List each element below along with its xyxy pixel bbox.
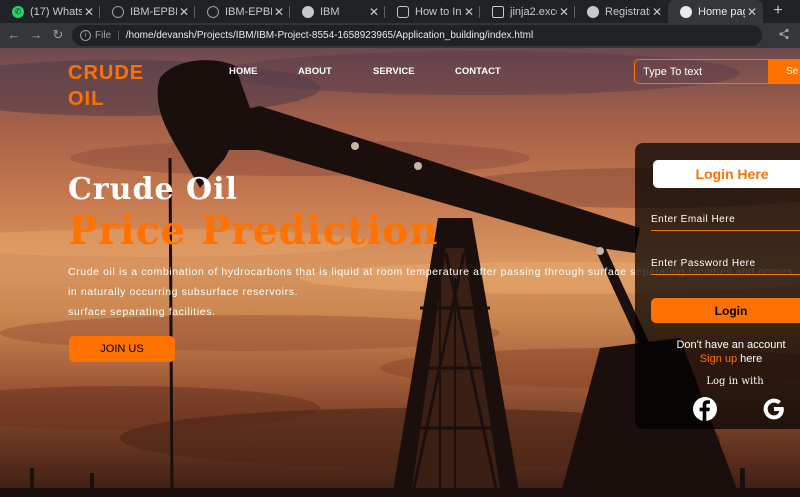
close-tab-icon[interactable]: ✕: [272, 5, 286, 19]
login-button[interactable]: Login: [651, 298, 800, 323]
tab-ibm[interactable]: IBM ✕: [290, 0, 385, 23]
github-icon: [112, 5, 124, 18]
signup-link[interactable]: Sign up: [700, 353, 737, 365]
nav-about[interactable]: ABOUT: [298, 66, 332, 77]
password-field[interactable]: [651, 253, 800, 275]
join-us-button[interactable]: JOIN US: [69, 336, 175, 362]
address-divider: |: [117, 30, 120, 41]
tab-github-1[interactable]: IBM-EPBL/ ✕: [100, 0, 195, 23]
info-icon[interactable]: i: [80, 30, 91, 41]
close-tab-icon[interactable]: ✕: [462, 5, 476, 19]
browser-toolbar: ← → ↻ i File | /home/devansh/Projects/IB…: [0, 23, 800, 48]
brand-logo[interactable]: CRUDE OIL: [68, 60, 144, 112]
search-button[interactable]: Se: [768, 59, 800, 84]
close-tab-icon[interactable]: ✕: [367, 5, 381, 19]
close-tab-icon[interactable]: ✕: [745, 5, 759, 19]
close-tab-icon[interactable]: ✕: [650, 5, 664, 19]
globe-icon: [587, 5, 599, 18]
facebook-icon[interactable]: [692, 396, 718, 422]
document-icon: [492, 5, 504, 18]
hashnode-icon: [397, 5, 409, 18]
share-icon[interactable]: [777, 28, 791, 42]
close-tab-icon[interactable]: ✕: [177, 5, 191, 19]
nav-contact[interactable]: CONTACT: [455, 66, 501, 77]
tab-title: (17) WhatsA: [30, 5, 82, 18]
whatsapp-icon: ✆: [12, 5, 24, 18]
login-panel: Login Here Login Don't have an account S…: [635, 143, 800, 429]
signup-prompt: Don't have an account Sign up here: [671, 338, 791, 366]
tab-home-page[interactable]: Home page ✕: [668, 0, 763, 23]
browser-tab-strip: ✆ (17) WhatsA ✕ IBM-EPBL/ ✕ IBM-EPBL/ ✕ …: [0, 0, 800, 23]
tab-github-2[interactable]: IBM-EPBL/ ✕: [195, 0, 290, 23]
brand-line-2: OIL: [68, 88, 105, 110]
search-input[interactable]: [634, 59, 768, 84]
tab-title: IBM-EPBL/: [130, 5, 177, 18]
tab-title: Home page: [698, 5, 745, 18]
tab-title: IBM: [320, 5, 340, 18]
file-label: File: [95, 30, 112, 41]
back-arrow-icon[interactable]: ←: [6, 27, 22, 43]
hero-title-line-1: Crude Oil: [68, 172, 238, 207]
login-title: Login Here: [653, 160, 800, 188]
globe-icon: [302, 5, 314, 18]
close-tab-icon[interactable]: ✕: [557, 5, 571, 19]
tab-registration[interactable]: Registratio ✕: [575, 0, 668, 23]
new-tab-button[interactable]: +: [768, 0, 788, 23]
address-bar[interactable]: i File | /home/devansh/Projects/IBM/IBM-…: [72, 25, 762, 46]
tab-how-to-install[interactable]: How to Inst ✕: [385, 0, 480, 23]
github-icon: [207, 5, 219, 18]
tab-title: jinja2.excep: [510, 5, 557, 18]
google-icon[interactable]: [761, 396, 787, 422]
close-tab-icon[interactable]: ✕: [82, 5, 96, 19]
no-account-text: Don't have an account: [676, 339, 786, 351]
tab-title: IBM-EPBL/: [225, 5, 272, 18]
reload-icon[interactable]: ↻: [50, 27, 66, 43]
email-field[interactable]: [651, 209, 800, 231]
url-text[interactable]: /home/devansh/Projects/IBM/IBM-Project-8…: [126, 30, 533, 41]
nav-home[interactable]: HOME: [229, 66, 258, 77]
signup-suffix: here: [737, 353, 763, 365]
tab-whatsapp[interactable]: ✆ (17) WhatsA ✕: [0, 0, 100, 23]
brand-line-1: CRUDE: [68, 62, 145, 84]
page-viewport: CRUDE OIL HOME ABOUT SERVICE CONTACT Se …: [0, 48, 800, 497]
tab-title: Registratio: [605, 5, 650, 18]
nav-service[interactable]: SERVICE: [373, 66, 415, 77]
forward-arrow-icon[interactable]: →: [28, 27, 44, 43]
log-in-with-label: Log in with: [706, 376, 764, 387]
globe-icon: [680, 5, 692, 18]
tab-title: How to Inst: [415, 5, 462, 18]
tab-jinja2[interactable]: jinja2.excep ✕: [480, 0, 575, 23]
hero-title-line-2: Price Prediction: [68, 208, 439, 254]
